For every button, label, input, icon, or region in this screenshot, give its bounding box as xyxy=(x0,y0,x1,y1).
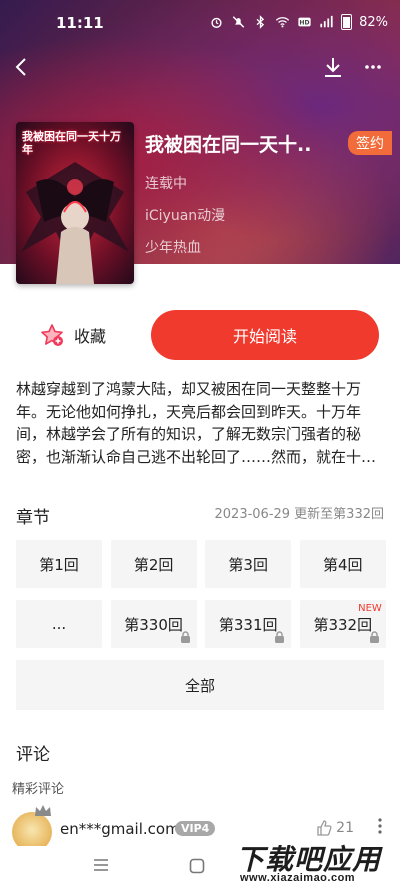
chapter-cell[interactable]: NEW 第332回 xyxy=(299,600,386,648)
back-button[interactable] xyxy=(6,52,36,82)
more-vertical-icon xyxy=(378,818,382,834)
chapter-cell[interactable]: 第4回 xyxy=(299,540,386,588)
status-bar: 11:11 HD 82% xyxy=(0,0,400,44)
hd-icon: HD xyxy=(298,17,311,27)
chapter-label: 第330回 xyxy=(124,615,183,634)
chapter-label: 第2回 xyxy=(133,555,174,574)
book-publisher: iCiyuan动漫 xyxy=(145,208,226,224)
chapter-cell[interactable]: 第2回 xyxy=(110,540,197,588)
top-nav xyxy=(0,44,400,88)
chapter-cell[interactable]: 第1回 xyxy=(16,540,102,588)
wifi-icon xyxy=(276,17,290,28)
book-title: 我被困在同一天十.. xyxy=(145,134,312,156)
star-plus-icon xyxy=(41,324,63,346)
chapter-cell[interactable]: ... xyxy=(16,600,102,648)
like-button[interactable]: 21 xyxy=(316,820,354,836)
start-reading-button[interactable]: 开始阅读 xyxy=(151,310,379,360)
signed-badge: 签约 xyxy=(348,131,392,155)
comment-more-button[interactable] xyxy=(378,818,382,838)
favorite-button[interactable]: 收藏 xyxy=(40,323,106,347)
more-dots-icon xyxy=(365,65,381,69)
favorite-label: 收藏 xyxy=(74,327,107,346)
chapter-label: 第4回 xyxy=(323,555,363,574)
lock-icon xyxy=(275,631,285,643)
new-tag: NEW xyxy=(358,603,382,614)
book-cover[interactable]: 我被困在同一天十万年 xyxy=(16,122,134,284)
status-icons: HD 82% xyxy=(209,14,388,30)
chapter-grid: 第1回 第2回 第3回 第4回 ... 第330回 第331回 NEW 第332… xyxy=(16,540,386,648)
chapter-label: 第331回 xyxy=(218,615,278,634)
chevron-left-icon xyxy=(15,58,26,76)
status-time: 11:11 xyxy=(56,14,104,32)
chapter-label: 第1回 xyxy=(39,555,79,574)
chapters-title: 章节 xyxy=(16,508,50,528)
menu-icon[interactable] xyxy=(93,858,109,872)
chapter-cell[interactable]: 第330回 xyxy=(110,600,197,648)
watermark-url: www.xiazaimao.com xyxy=(240,872,356,884)
bluetooth-icon xyxy=(256,15,265,29)
chapter-label: ... xyxy=(51,615,67,633)
battery-icon xyxy=(341,14,353,30)
watermark: 下载吧应用 www.xiazaimao.com xyxy=(236,838,396,887)
comments-title: 评论 xyxy=(16,745,50,765)
svg-text:HD: HD xyxy=(300,20,310,27)
battery-level: 82% xyxy=(359,14,388,30)
mute-icon xyxy=(232,16,245,28)
chapter-update-info: 2023-06-29 更新至第332回 xyxy=(214,507,385,522)
alarm-icon xyxy=(211,17,222,28)
more-button[interactable] xyxy=(358,52,388,82)
vip-badge: VIP4 xyxy=(175,821,216,836)
comment-username[interactable]: en***gmail.com xyxy=(60,820,180,838)
chapter-label: 第3回 xyxy=(228,555,268,574)
chapter-cell[interactable]: 第3回 xyxy=(205,540,292,588)
download-icon xyxy=(325,58,341,77)
home-icon[interactable] xyxy=(189,858,205,874)
like-count: 21 xyxy=(336,820,354,836)
book-status: 连载中 xyxy=(145,176,187,192)
download-button[interactable] xyxy=(318,52,348,82)
crown-icon xyxy=(35,805,51,816)
chapter-label: 第332回 xyxy=(313,615,373,634)
signal-icon xyxy=(320,15,333,28)
featured-comments-label: 精彩评论 xyxy=(12,782,65,797)
synopsis[interactable]: 林越穿越到了鸿蒙大陆，却又被困在同一天整整十万年。无论他如何挣扎，天亮后都会回到… xyxy=(16,378,384,468)
book-info: 我被困在同一天十.. 连载中 iCiyuan动漫 少年热血 xyxy=(145,130,365,257)
lock-icon xyxy=(180,631,190,643)
all-chapters-button[interactable]: 全部 xyxy=(16,660,384,710)
chapter-cell[interactable]: 第331回 xyxy=(205,600,292,648)
book-genre[interactable]: 少年热血 xyxy=(145,237,365,257)
thumbs-up-icon xyxy=(317,820,332,836)
cover-title-text: 我被困在同一天十万年 xyxy=(22,130,121,156)
lock-icon xyxy=(369,631,379,643)
action-bar: 收藏 开始阅读 xyxy=(0,310,400,360)
